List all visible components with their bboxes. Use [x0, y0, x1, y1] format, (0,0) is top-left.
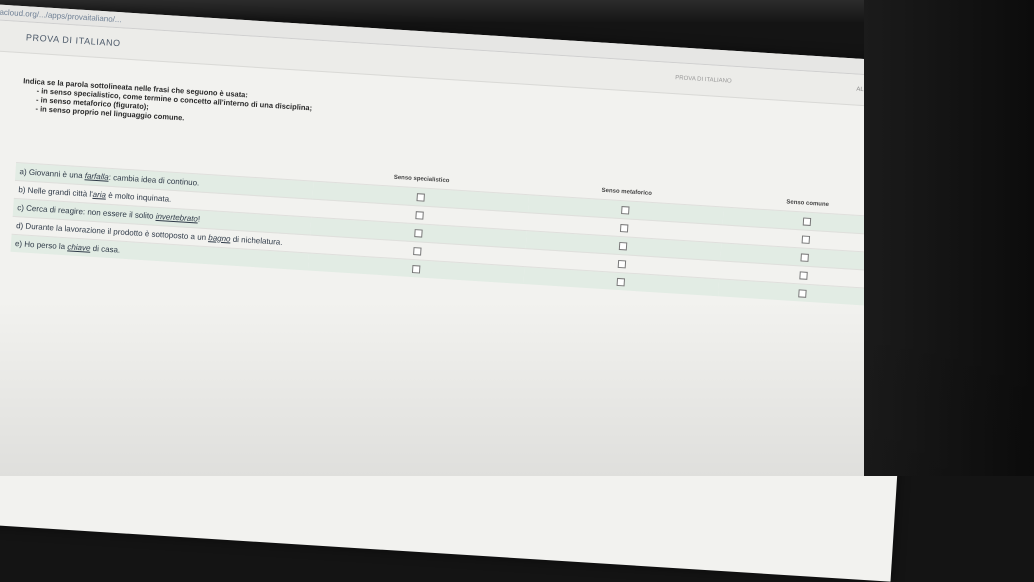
sentence-text: !	[197, 213, 201, 224]
underlined-word: chiave	[67, 241, 91, 253]
header-exam-label: PROVA DI ITALIANO	[675, 75, 732, 85]
sentence-text: di nichelatura.	[230, 234, 283, 247]
common-checkbox[interactable]	[801, 235, 810, 244]
specialistic-checkbox[interactable]	[413, 228, 423, 238]
sentence-text: : cambia idea di continuo.	[108, 172, 200, 187]
common-checkbox[interactable]	[797, 289, 807, 298]
specialistic-checkbox[interactable]	[411, 264, 421, 274]
sentence-text: a) Giovanni è una	[19, 166, 86, 180]
monitor-bezel-right	[864, 0, 1034, 476]
specialistic-checkbox[interactable]	[412, 246, 422, 256]
underlined-word: bagno	[208, 232, 231, 244]
metaphoric-checkbox[interactable]	[617, 259, 627, 269]
underlined-word: farfalla	[84, 170, 110, 182]
screen: itacloud.org/.../apps/provaitaliano/... …	[0, 4, 924, 582]
sentence-text: b) Nelle grandi città l'	[18, 184, 94, 199]
metaphoric-checkbox[interactable]	[616, 277, 626, 287]
underlined-word: invertebrato	[155, 211, 199, 223]
metaphoric-checkbox[interactable]	[619, 241, 628, 251]
common-checkbox[interactable]	[799, 253, 809, 262]
sentence-text: è molto inquinata.	[105, 190, 172, 204]
common-checkbox[interactable]	[802, 217, 811, 226]
sentence-text: di casa.	[90, 243, 121, 255]
underlined-word: aria	[92, 189, 107, 200]
metaphoric-checkbox[interactable]	[620, 223, 629, 233]
metaphoric-checkbox[interactable]	[621, 205, 630, 215]
specialistic-checkbox[interactable]	[415, 211, 424, 220]
app-logo: PROVA DI ITALIANO	[25, 32, 121, 49]
common-checkbox[interactable]	[798, 271, 808, 280]
specialistic-checkbox[interactable]	[416, 193, 425, 202]
sentence-text: e) Ho perso la	[14, 238, 68, 251]
answer-table: Senso specialistico Senso metaforico Sen…	[10, 146, 891, 307]
